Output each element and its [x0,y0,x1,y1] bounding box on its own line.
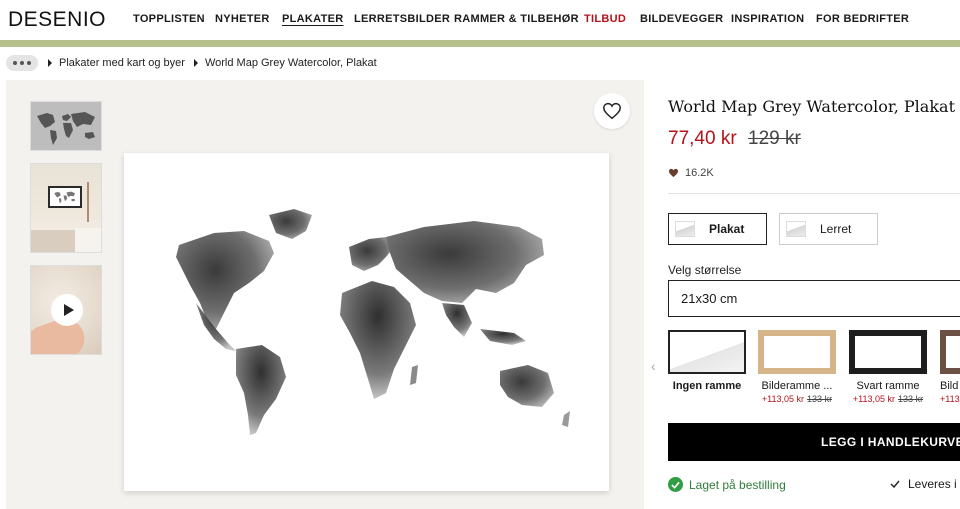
world-map-watercolor-image [176,209,570,435]
frame-option-partial[interactable]: Bild +113, [940,330,960,404]
thumbnail-room-interior[interactable] [30,163,102,253]
poster-swatch-icon [675,221,695,237]
frame-old-price: 133 kr [898,394,924,404]
play-button[interactable] [51,294,83,326]
original-price: 129 kr [748,128,801,149]
add-to-cart-button[interactable]: LEGG I HANDLEKURVEN [668,423,960,461]
frame-option-name: Bilderamme ... [761,380,833,392]
divider [668,193,960,194]
check-icon [890,480,900,488]
breadcrumb-item-current: World Map Grey Watercolor, Plakat [204,57,377,69]
heart-filled-icon [668,168,679,178]
canvas-swatch-icon [786,221,806,237]
nav-item-rammer[interactable]: RAMMER & TILBEHØR [454,13,579,25]
play-icon [63,304,74,316]
size-select-value: 21x30 cm [681,291,738,306]
logo[interactable]: DESENIO [8,8,106,32]
frame-add-price: +113,05 kr [761,394,805,404]
caret-right-icon [193,59,198,67]
frame-add-price: +113,05 kr [852,394,896,404]
delivery-label: Leveres i [908,477,957,491]
nav-item-plakater[interactable]: PLAKATER [282,13,343,25]
breadcrumb-more-button[interactable] [6,55,38,71]
delivery-info: Leveres i [890,477,957,491]
product-gallery [6,80,644,509]
size-label: Velg størrelse [668,263,742,277]
sale-price: 77,40 kr [668,128,737,149]
frame-none-image [668,330,746,374]
favorite-button[interactable] [594,93,630,129]
heart-outline-icon [603,102,621,120]
product-title: World Map Grey Watercolor, Plakat [668,97,955,116]
type-option-label: Plakat [709,222,745,236]
frame-option-wood[interactable]: Bilderamme ... +113,05 kr 133 kr [758,330,836,404]
stock-label: Laget på bestilling [689,477,786,492]
type-option-lerret[interactable]: Lerret [779,213,878,245]
bedding-image [75,228,101,252]
likes-count: 16.2K [668,167,714,179]
type-option-label: Lerret [820,222,852,236]
product-details-panel: World Map Grey Watercolor, Plakat 77,40 … [651,0,960,509]
nav-item-topplisten[interactable]: TOPPLISTEN [133,13,205,25]
frame-option-none[interactable]: Ingen ramme [668,330,746,392]
nav-item-tilbud[interactable]: TILBUD [584,13,626,25]
frame-option-black[interactable]: Svart ramme +113,05 kr 133 kr [849,330,927,404]
frame-brown-image [940,330,960,374]
frame-wood-image [758,330,836,374]
main-product-image[interactable] [124,153,609,491]
caret-right-icon [48,59,52,67]
size-select[interactable]: 21x30 cm [668,280,960,317]
frame-option-name: Svart ramme [856,380,920,392]
thumbnail-map[interactable] [30,101,102,151]
chevron-left-icon[interactable]: ‹ [651,358,656,374]
world-map-thumb-image [37,112,95,145]
branch-decor-image [87,182,89,222]
type-option-plakat[interactable]: Plakat [668,213,767,245]
nav-item-lerretsbilder[interactable]: LERRETSBILDER [354,13,450,25]
stock-status: Laget på bestilling [668,477,786,492]
nav-item-nyheter[interactable]: NYHETER [215,13,270,25]
breadcrumb-item[interactable]: Plakater med kart og byer [59,57,185,69]
check-circle-icon [668,477,683,492]
frame-add-price: +113, [940,394,960,404]
breadcrumb: Plakater med kart og byer World Map Grey… [6,55,377,71]
frame-old-price: 133 kr [807,394,833,404]
thumbnail-video[interactable] [30,265,102,355]
frame-black-image [849,330,927,374]
framed-poster-image [48,186,82,208]
frame-option-name: Bild [940,380,959,392]
likes-value: 16.2K [685,167,714,179]
frame-option-name: Ingen ramme [672,380,742,392]
